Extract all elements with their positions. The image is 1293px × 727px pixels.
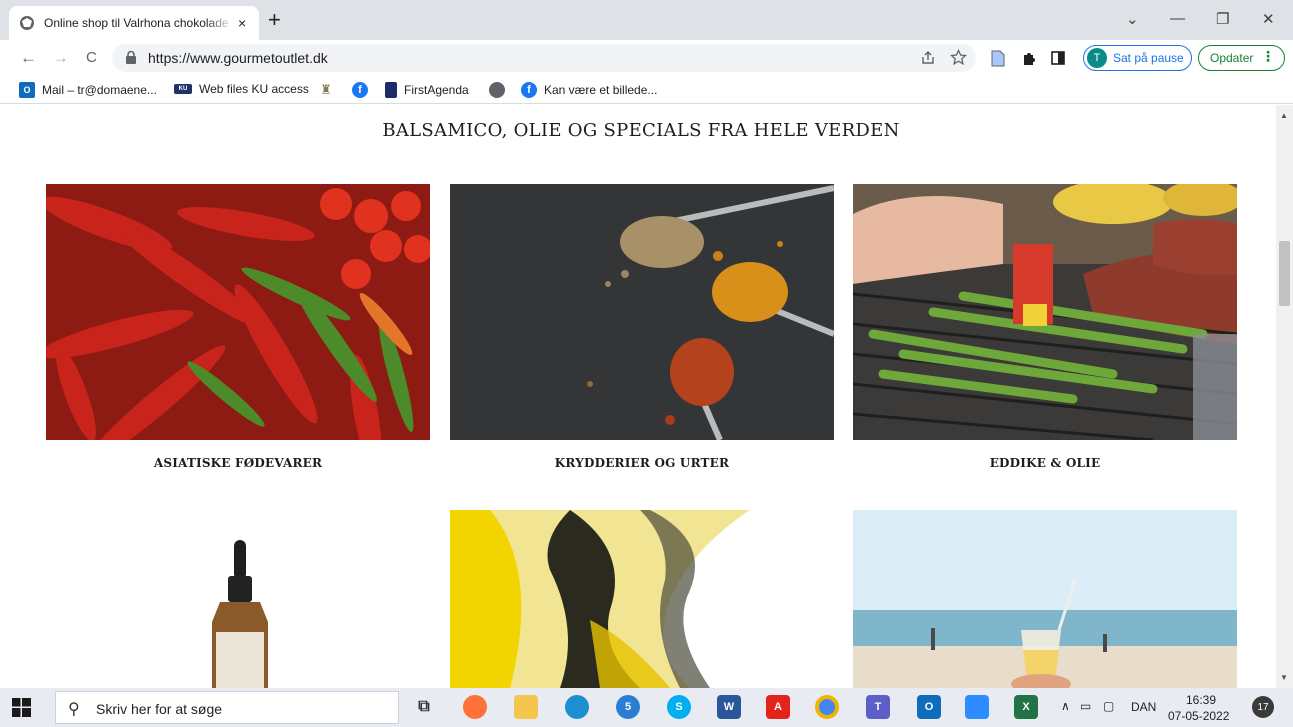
- zoom-icon[interactable]: [965, 695, 989, 719]
- app-badge-icon[interactable]: 5: [616, 695, 640, 719]
- grilled-asparagus-image: [853, 184, 1237, 440]
- excel-icon[interactable]: X: [1014, 695, 1038, 719]
- lock-icon: [126, 51, 136, 64]
- outlook-icon[interactable]: O: [917, 695, 941, 719]
- language-indicator[interactable]: DAN: [1131, 700, 1156, 714]
- scrollbar-thumb[interactable]: [1279, 241, 1290, 306]
- category-image-5[interactable]: [450, 510, 834, 688]
- tab-search-icon[interactable]: ⌄: [1126, 10, 1139, 28]
- category-caption[interactable]: EDDIKE & OLIE: [853, 456, 1237, 470]
- word-icon[interactable]: W: [717, 695, 741, 719]
- bookmark-ku[interactable]: KU Web files KU access: [174, 82, 309, 96]
- chrome-icon[interactable]: [815, 695, 839, 719]
- firefox-icon[interactable]: [463, 695, 487, 719]
- scroll-up-icon[interactable]: ▲: [1280, 111, 1288, 120]
- ink-in-water-image: [450, 510, 834, 688]
- bookmark-firstagenda[interactable]: FirstAgenda: [385, 82, 469, 98]
- update-button[interactable]: Opdater ⋮: [1198, 45, 1285, 71]
- minimize-icon[interactable]: —: [1170, 10, 1185, 27]
- bookmark-mail[interactable]: O Mail – tr@domaene...: [19, 82, 157, 98]
- address-bar[interactable]: https://www.gourmetoutlet.dk: [112, 44, 976, 72]
- browser-toolbar: ← → C https://www.gourmetoutlet.dk T Sat…: [0, 40, 1293, 76]
- beach-drink-image: [853, 510, 1237, 688]
- facebook-icon: f: [521, 82, 537, 98]
- chili-peppers-image: [46, 184, 430, 440]
- windows-taskbar: ⚲ Skriv her for at søge ⧉ 5 S W A T O X …: [0, 688, 1293, 727]
- firstagenda-icon: [385, 82, 397, 98]
- bookmark-crest[interactable]: ♜: [318, 82, 341, 98]
- profile-status: Sat på pause: [1113, 51, 1184, 65]
- category-image-asiatiske[interactable]: [46, 184, 430, 440]
- network-icon[interactable]: ▢: [1103, 699, 1114, 713]
- crest-icon: ♜: [320, 82, 332, 97]
- bookmark-facebook-image[interactable]: f Kan være et billede...: [521, 82, 657, 98]
- category-image-4[interactable]: [46, 510, 430, 688]
- reload-button[interactable]: C: [86, 49, 97, 66]
- tab-title: Online shop til Valrhona chokolade: [44, 16, 229, 30]
- bookmarks-bar: O Mail – tr@domaene... KU Web files KU a…: [0, 76, 1293, 104]
- page-scrollbar[interactable]: ▲ ▼: [1276, 105, 1293, 688]
- side-panel-icon[interactable]: [1051, 51, 1065, 65]
- globe-icon: [20, 16, 34, 30]
- bookmark-label: FirstAgenda: [404, 83, 469, 97]
- back-button[interactable]: ←: [20, 48, 37, 68]
- avatar: T: [1087, 48, 1107, 68]
- tab-strip: Online shop til Valrhona chokolade × + ⌄…: [0, 0, 1293, 40]
- update-label: Opdater: [1210, 51, 1254, 65]
- edge-icon[interactable]: [565, 695, 589, 719]
- page-heading: BALSAMICO, OLIE OG SPECIALS FRA HELE VER…: [382, 120, 900, 141]
- bookmark-label: Kan være et billede...: [544, 83, 658, 97]
- extensions-icon[interactable]: [1021, 50, 1037, 66]
- scroll-down-icon[interactable]: ▼: [1280, 673, 1288, 682]
- globe-icon: [489, 82, 505, 98]
- file-explorer-icon[interactable]: [514, 695, 538, 719]
- category-image-6[interactable]: [853, 510, 1237, 688]
- skype-icon[interactable]: S: [667, 695, 691, 719]
- page-content: BALSAMICO, OLIE OG SPECIALS FRA HELE VER…: [0, 105, 1276, 688]
- ku-icon: KU: [174, 84, 192, 94]
- profile-button[interactable]: T Sat på pause: [1083, 45, 1192, 71]
- bookmark-label: Web files KU access: [199, 82, 309, 96]
- share-icon[interactable]: [920, 50, 936, 66]
- menu-icon[interactable]: ⋮: [1261, 48, 1275, 65]
- spice-spoons-image: [450, 184, 834, 440]
- search-icon: ⚲: [68, 701, 80, 718]
- url-text: https://www.gourmetoutlet.dk: [148, 50, 328, 66]
- bookmark-label: Mail – tr@domaene...: [42, 83, 157, 97]
- notifications-badge[interactable]: 17: [1252, 696, 1274, 718]
- windows-start-icon[interactable]: [12, 698, 31, 717]
- taskbar-search[interactable]: ⚲ Skriv her for at søge: [55, 691, 399, 724]
- outlook-icon: O: [19, 82, 35, 98]
- tab-close-icon[interactable]: ×: [238, 15, 246, 31]
- bookmark-facebook[interactable]: f: [352, 82, 375, 98]
- facebook-icon: f: [352, 82, 368, 98]
- bookmark-star-icon[interactable]: [950, 49, 967, 66]
- clock-time[interactable]: 16:39: [1186, 693, 1216, 707]
- forward-button[interactable]: →: [52, 48, 69, 68]
- browser-tab[interactable]: Online shop til Valrhona chokolade ×: [9, 6, 259, 40]
- tray-chevron-icon[interactable]: ∧: [1061, 699, 1070, 713]
- task-view-icon[interactable]: ⧉: [412, 695, 436, 719]
- new-tab-button[interactable]: +: [268, 9, 281, 31]
- acrobat-icon[interactable]: A: [766, 695, 790, 719]
- reading-list-icon[interactable]: [991, 50, 1005, 67]
- battery-icon[interactable]: ▭: [1080, 699, 1091, 713]
- category-caption[interactable]: ASIATISKE FØDEVARER: [46, 456, 430, 470]
- search-placeholder: Skriv her for at søge: [96, 701, 223, 717]
- dropper-bottle-image: [46, 510, 430, 688]
- category-caption[interactable]: KRYDDERIER OG URTER: [450, 456, 834, 470]
- clock-date[interactable]: 07-05-2022: [1168, 709, 1229, 723]
- close-window-icon[interactable]: ✕: [1262, 10, 1275, 28]
- teams-icon[interactable]: T: [866, 695, 890, 719]
- category-image-eddike[interactable]: [853, 184, 1237, 440]
- restore-icon[interactable]: ❐: [1216, 10, 1229, 28]
- bookmark-globe[interactable]: [489, 82, 512, 98]
- category-image-krydderier[interactable]: [450, 184, 834, 440]
